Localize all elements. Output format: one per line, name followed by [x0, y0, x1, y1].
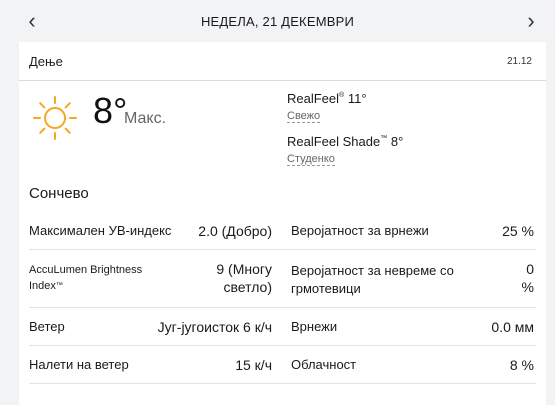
wind-gusts-item: Налети на ветер 15 к/ч — [29, 346, 272, 383]
max-temperature-label: Макс. — [124, 110, 167, 127]
precipitation-item: Врнежи 0.0 мм — [291, 308, 534, 345]
card-date: 21.12 — [506, 56, 532, 67]
uv-index-item: Максимален УВ-индекс 2.0 (Добро) — [29, 212, 272, 249]
thunderstorm-probability-value: 0% — [521, 261, 534, 295]
details-row: Максимален УВ-индекс 2.0 (Добро) Веројат… — [29, 212, 536, 250]
precipitation-value: 0.0 мм — [491, 319, 534, 335]
max-temperature: 8° — [93, 90, 128, 131]
wind-gusts-label: Налети на ветер — [29, 357, 129, 372]
current-date: НЕДЕЛА, 21 ДЕКЕМВРИ — [200, 14, 355, 29]
precip-probability-label: Веројатност за врнежи — [291, 223, 429, 238]
precip-probability-item: Веројатност за врнежи 25 % — [291, 212, 534, 249]
date-navigation-bar: ‹ НЕДЕЛА, 21 ДЕКЕМВРИ › — [0, 0, 555, 42]
brightness-index-label: AccuLumen Brightness Index™ — [29, 264, 143, 292]
thunderstorm-probability-item: Веројатност за невреме со грмотевици 0% — [291, 250, 534, 307]
details-row: Ветер Југ-југоисток 6 к/ч Врнежи 0.0 мм — [29, 308, 536, 346]
realfeel-shade-label: RealFeel Shade™ 8° — [287, 134, 404, 149]
uv-index-label: Максимален УВ-индекс — [29, 223, 172, 238]
wind-label: Ветер — [29, 319, 65, 334]
card-header: Дење 21.12 — [19, 42, 546, 81]
brightness-index-value: 9 (Многу светло) — [216, 261, 272, 295]
wind-gusts-value: 15 к/ч — [235, 357, 272, 373]
uv-index-value: 2.0 (Добро) — [198, 223, 272, 239]
realfeel-shade-description[interactable]: Студенко — [287, 153, 335, 166]
cloud-cover-value: 8 % — [509, 357, 534, 373]
card-title: Дење — [29, 54, 63, 69]
brightness-index-item: AccuLumen Brightness Index™ 9 (Многу свет… — [29, 250, 272, 307]
sun-icon — [33, 96, 77, 140]
chevron-right-icon[interactable]: › — [519, 9, 543, 33]
realfeel-block: RealFeel® 11° Свежо — [287, 91, 367, 124]
day-forecast-card: Дење 21.12 8° Макс. RealFeel® 11° Свежо … — [19, 42, 546, 405]
thunderstorm-probability-label: Веројатност за невреме со грмотевици — [291, 263, 454, 296]
condition-title: Сончево — [29, 185, 89, 202]
realfeel-shade-block: RealFeel Shade™ 8° Студенко — [287, 134, 403, 167]
precipitation-label: Врнежи — [291, 319, 338, 334]
wind-value: Југ-југоисток 6 к/ч — [157, 319, 272, 335]
details-grid: Максимален УВ-индекс 2.0 (Добро) Веројат… — [29, 212, 536, 384]
details-row: Налети на ветер 15 к/ч Облачност 8 % — [29, 346, 536, 384]
realfeel-label: RealFeel® 11° — [287, 91, 367, 106]
wind-item: Ветер Југ-југоисток 6 к/ч — [29, 308, 272, 345]
details-row: AccuLumen Brightness Index™ 9 (Многу свет… — [29, 250, 536, 308]
cloud-cover-item: Облачност 8 % — [291, 346, 534, 383]
realfeel-description[interactable]: Свежо — [287, 110, 321, 123]
precip-probability-value: 25 % — [502, 223, 534, 239]
cloud-cover-label: Облачност — [291, 357, 357, 372]
